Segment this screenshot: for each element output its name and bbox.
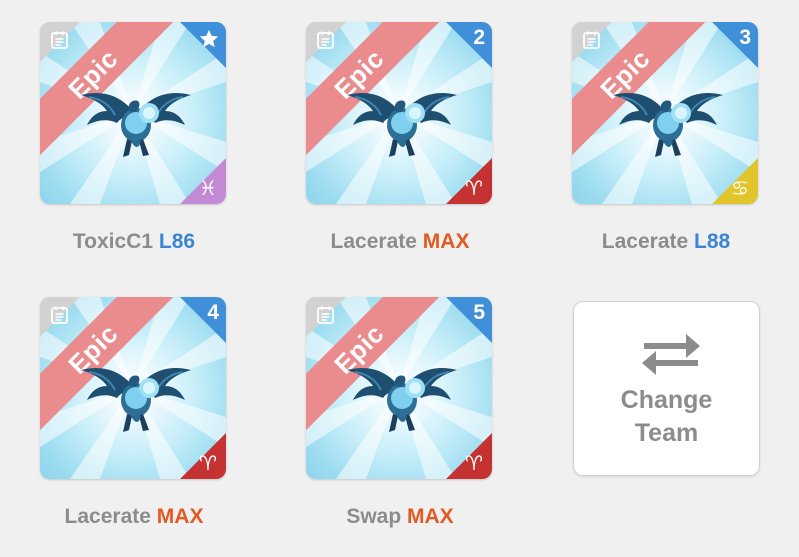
aries-icon: ♈ [465, 451, 483, 475]
rank-badge: 2 [473, 26, 485, 49]
team-card[interactable]: Epic 3 ♋ [572, 22, 758, 204]
rank-corner [712, 22, 758, 68]
dragon-image [80, 367, 192, 433]
change-team-line2: Team [634, 419, 699, 447]
rank-badge: 5 [473, 301, 485, 324]
aries-icon: ♈ [199, 451, 217, 475]
member-label: ToxicC1 L86 [40, 230, 228, 254]
member-level: MAX [407, 505, 454, 528]
change-team-button[interactable]: Change Team [573, 301, 760, 476]
member-label: Lacerate L88 [572, 230, 760, 254]
team-card[interactable]: Epic ♓ [40, 22, 226, 204]
member-level: L86 [158, 230, 196, 253]
rank-corner [180, 297, 226, 343]
rank-corner [446, 22, 492, 68]
member-label: Swap MAX [306, 505, 494, 529]
swap-arrows-icon [642, 334, 700, 375]
rank-badge: 4 [207, 301, 219, 324]
team-card[interactable]: Epic 5 ♈ [306, 297, 492, 479]
dragon-image [612, 92, 724, 158]
member-name: Swap [346, 505, 402, 528]
info-doc-icon[interactable] [317, 31, 335, 49]
member-level: L88 [694, 230, 731, 253]
member-label: Lacerate MAX [40, 505, 228, 529]
dragon-image [346, 367, 458, 433]
change-team-line1: Change [620, 386, 713, 414]
team-card[interactable]: Epic 4 ♈ [40, 297, 226, 479]
member-name: Lacerate [64, 505, 151, 528]
rank-badge: 3 [739, 26, 751, 49]
member-name: Lacerate [601, 230, 689, 253]
info-doc-icon[interactable] [51, 306, 69, 324]
rank-corner [446, 297, 492, 343]
member-level: MAX [422, 230, 470, 253]
star-icon [199, 29, 219, 48]
pisces-icon: ♓ [199, 176, 217, 200]
dragon-image [346, 92, 458, 158]
member-name: ToxicC1 [72, 230, 154, 253]
cancer-icon: ♋ [731, 176, 749, 200]
info-doc-icon[interactable] [317, 306, 335, 324]
member-label: Lacerate MAX [306, 230, 494, 254]
member-level: MAX [156, 505, 204, 528]
dragon-image [80, 92, 192, 158]
info-doc-icon[interactable] [583, 31, 601, 49]
member-name: Lacerate [330, 230, 417, 253]
change-team-label: Change Team [574, 384, 759, 450]
team-card[interactable]: Epic 2 ♈ [306, 22, 492, 204]
info-doc-icon[interactable] [51, 31, 69, 49]
aries-icon: ♈ [465, 176, 483, 200]
